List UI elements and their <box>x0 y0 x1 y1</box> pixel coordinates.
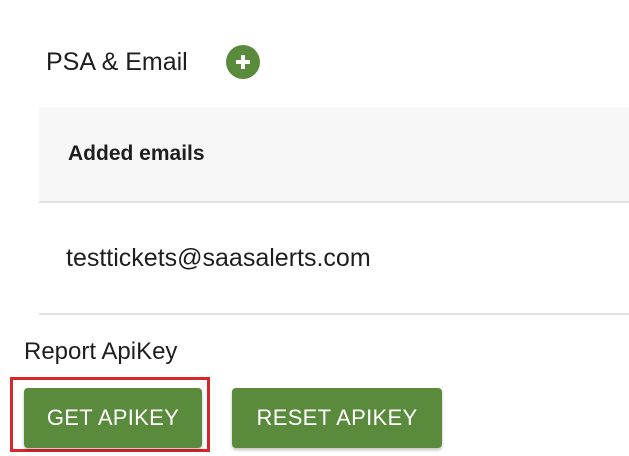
added-emails-table: Added emails testtickets@saasalerts.com <box>39 107 629 315</box>
column-header-added-emails: Added emails <box>68 142 205 165</box>
psa-email-header: PSA & Email <box>46 40 260 84</box>
table-row: testtickets@saasalerts.com <box>39 203 629 315</box>
email-value: testtickets@saasalerts.com <box>66 243 371 272</box>
section-title: PSA & Email <box>46 47 188 76</box>
plus-icon <box>235 55 250 69</box>
add-email-button[interactable] <box>225 45 260 79</box>
get-apikey-button[interactable]: GET APIKEY <box>24 388 202 448</box>
psa-email-settings: PSA & Email Added emails testtickets@saa… <box>0 0 629 456</box>
table-header: Added emails <box>39 107 629 203</box>
report-apikey-label: Report ApiKey <box>24 338 178 365</box>
reset-apikey-button[interactable]: RESET APIKEY <box>232 388 442 448</box>
